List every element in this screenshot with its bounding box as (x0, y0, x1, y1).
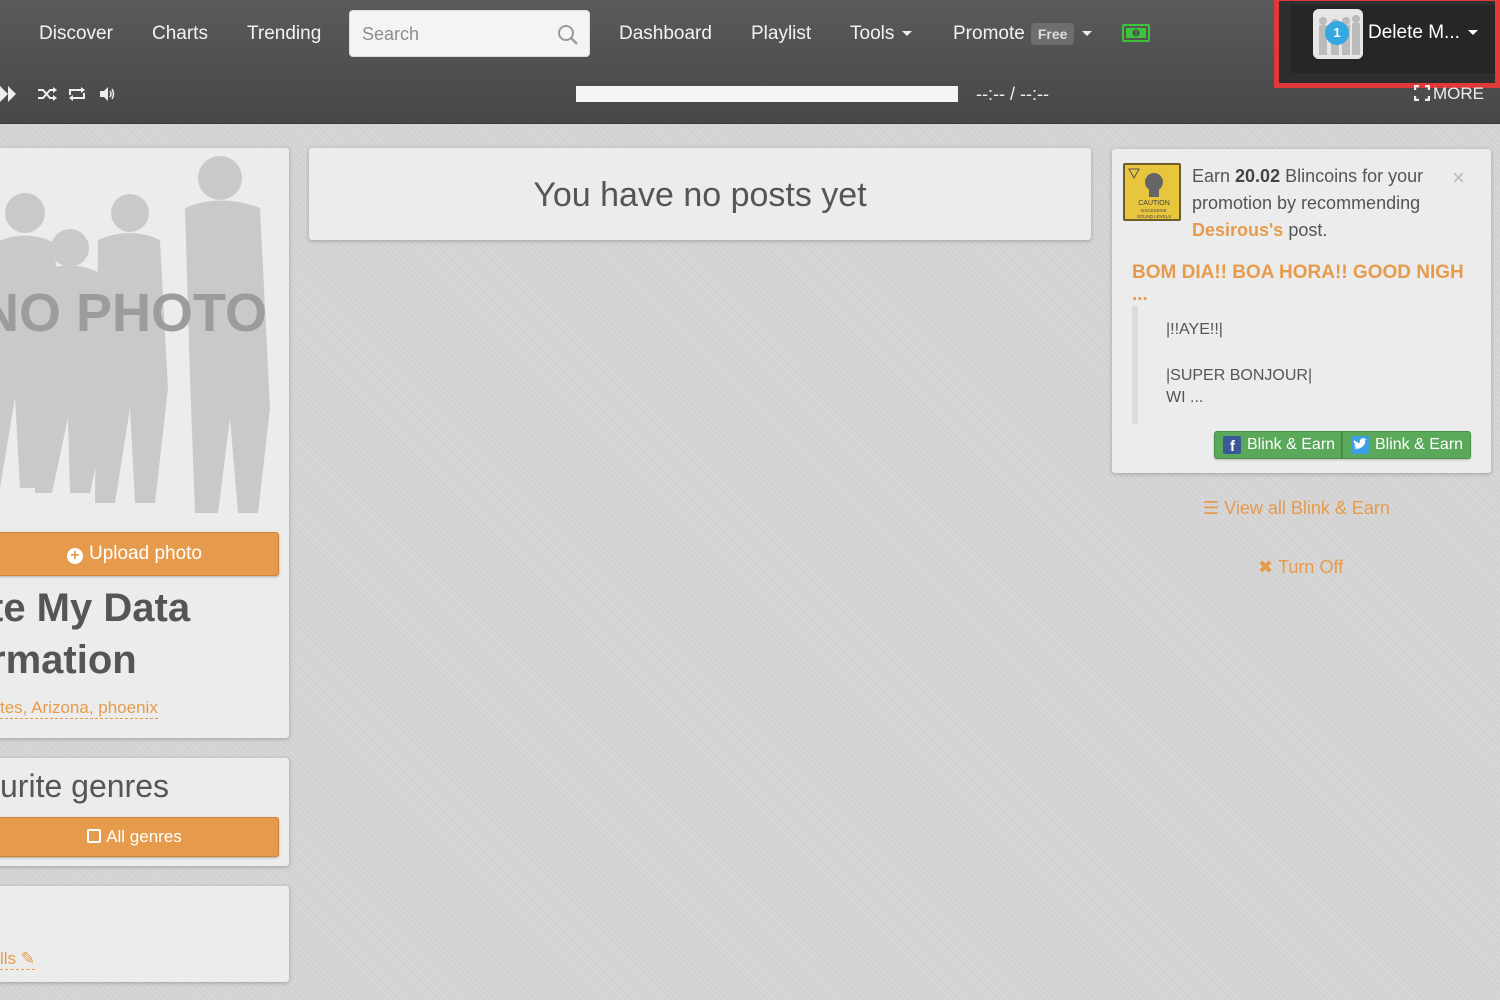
promo-message: Earn 20.02 Blincoins for your promotion … (1192, 163, 1472, 244)
chevron-down-icon (902, 31, 913, 37)
chevron-down-icon (1082, 31, 1093, 37)
nav-playlist[interactable]: Playlist (751, 22, 811, 46)
list-icon: ☰ (1203, 498, 1220, 518)
notification-badge: 1 (1325, 21, 1349, 45)
close-icon: ✖ (1258, 557, 1274, 577)
quote-line-1: |!!AYE!!| (1166, 321, 1223, 338)
posts-panel: You have no posts yet (309, 148, 1091, 240)
quote-line-2: |SUPER BONJOUR| (1166, 367, 1313, 384)
caution-sign-image: CAUTION EXCESSIVE SOUND LEVELS (1123, 163, 1181, 221)
svg-text:CAUTION: CAUTION (1138, 200, 1170, 207)
next-track-icon[interactable] (0, 86, 18, 102)
nav-dashboard[interactable]: Dashboard (619, 22, 712, 46)
svg-text:f: f (1230, 438, 1236, 454)
volume-icon[interactable] (99, 86, 117, 102)
nav-trending[interactable]: Trending (247, 22, 321, 46)
twitter-icon (1351, 436, 1369, 454)
free-badge: Free (1030, 22, 1075, 45)
quote-bar (1132, 306, 1138, 424)
shuffle-icon[interactable] (37, 86, 57, 102)
nav-charts[interactable]: Charts (152, 22, 208, 46)
upload-photo-button[interactable]: + Upload photo (0, 532, 279, 576)
quote-line-3: WI ... (1166, 389, 1204, 406)
profile-panel: NO PHOTO + Upload photo te My Data rmatio… (0, 148, 289, 738)
upload-photo-label: Upload photo (88, 543, 203, 564)
details-panel: lls ✎ (0, 886, 289, 982)
promo-user-link[interactable]: Desirous's (1192, 220, 1283, 240)
search-input[interactable] (362, 21, 552, 47)
search-box (349, 10, 590, 57)
location-link[interactable]: tes, Arizona, phoenix (0, 698, 158, 719)
no-photo-text: NO PHOTO (0, 283, 267, 343)
expand-icon (1413, 84, 1431, 102)
plus-circle-icon: + (66, 548, 83, 564)
view-all-blink-earn-link[interactable]: ☰ View all Blink & Earn (1203, 498, 1390, 519)
details-link-label: lls (0, 949, 17, 968)
nav-tools-label: Tools (850, 23, 895, 44)
genres-title: urite genres (0, 768, 169, 804)
no-posts-message: You have no posts yet (533, 176, 867, 214)
profile-name-line2: rmation (0, 638, 137, 682)
nav-promote-label: Promote (953, 23, 1025, 44)
checkbox-icon (87, 829, 102, 843)
twitter-blink-earn-button[interactable]: Blink & Earn (1342, 431, 1471, 459)
more-button[interactable]: MORE (1413, 84, 1484, 104)
close-icon[interactable]: × (1452, 165, 1465, 191)
turn-off-label: Turn Off (1278, 557, 1344, 577)
facebook-blink-label: Blink & Earn (1247, 436, 1336, 453)
avatar[interactable]: 1 (1313, 9, 1363, 59)
facebook-blink-earn-button[interactable]: f Blink & Earn (1214, 431, 1342, 459)
all-genres-label: All genres (106, 827, 182, 846)
chevron-down-icon (1467, 30, 1478, 36)
view-all-label: View all Blink & Earn (1224, 498, 1390, 518)
twitter-blink-label: Blink & Earn (1375, 436, 1464, 453)
more-label: MORE (1433, 84, 1484, 103)
user-name-dropdown[interactable]: Delete M... (1368, 22, 1478, 44)
user-name: Delete M... (1368, 22, 1460, 43)
nav-discover[interactable]: Discover (39, 22, 113, 46)
track-progress-bar[interactable] (576, 86, 958, 102)
promo-earn-suffix: post. (1283, 220, 1328, 240)
top-header: Discover Charts Trending Dashboard Playl… (0, 0, 1500, 124)
repeat-icon[interactable] (67, 86, 87, 102)
search-icon[interactable] (557, 24, 579, 46)
favourite-genres-panel: urite genres All genres (0, 758, 289, 866)
svg-text:EXCESSIVE: EXCESSIVE (1141, 208, 1167, 213)
edit-details-link[interactable]: lls ✎ (0, 949, 36, 970)
svg-text:SOUND LEVELS: SOUND LEVELS (1137, 214, 1172, 219)
facebook-icon: f (1223, 436, 1241, 455)
no-photo-placeholder: NO PHOTO (0, 148, 289, 523)
user-menu-highlight (1274, 0, 1500, 88)
promo-amount: 20.02 (1235, 166, 1281, 186)
turn-off-link[interactable]: ✖ Turn Off (1258, 557, 1343, 578)
blink-earn-promo-panel: CAUTION EXCESSIVE SOUND LEVELS Earn 20.0… (1112, 149, 1491, 473)
pencil-icon: ✎ (20, 949, 36, 968)
money-icon[interactable]: $ (1122, 24, 1150, 42)
all-genres-button[interactable]: All genres (0, 817, 279, 857)
promo-earn-prefix: Earn (1192, 166, 1236, 186)
promo-post-title[interactable]: BOM DIA!! BOA HORA!! GOOD NIGH ... (1132, 262, 1472, 306)
nav-tools-dropdown[interactable]: Tools (850, 22, 913, 46)
profile-name-line1: te My Data (0, 586, 191, 630)
track-time: --:-- / --:-- (976, 84, 1049, 104)
nav-promote-dropdown[interactable]: Promote Free (953, 22, 1093, 46)
